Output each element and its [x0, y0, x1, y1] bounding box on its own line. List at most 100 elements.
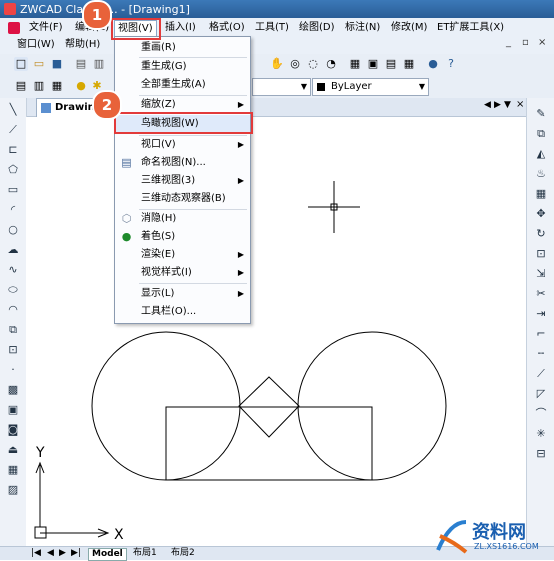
- menu-insert[interactable]: 插入(I): [162, 20, 199, 36]
- trim-icon[interactable]: ✂: [535, 288, 547, 300]
- calculator-icon[interactable]: ▦: [402, 57, 416, 71]
- first-tab-icon[interactable]: |◀: [28, 548, 44, 559]
- design-center-icon[interactable]: ▣: [366, 57, 380, 71]
- menu-item-visual-styles[interactable]: 视觉样式(I) ▶: [115, 264, 250, 282]
- next-tab-icon[interactable]: ▶: [56, 548, 69, 559]
- layer-previous-icon[interactable]: ▦: [50, 79, 64, 93]
- cloud-icon[interactable]: ☁: [7, 244, 19, 256]
- offset-icon[interactable]: ♨: [535, 168, 547, 180]
- minimize-button[interactable]: _: [506, 37, 511, 48]
- menu-item-hide[interactable]: ⬡ 消隐(H): [115, 210, 250, 228]
- menu-modify[interactable]: 修改(M): [388, 20, 430, 36]
- rectangle-icon[interactable]: ▭: [7, 184, 19, 196]
- join-icon[interactable]: ⟋: [535, 368, 547, 380]
- menu-item-3d-orbit[interactable]: 三维动态观察器(B): [115, 190, 250, 208]
- linetype-select[interactable]: ByLayer ▼: [312, 78, 429, 96]
- watermark-url: ZL.XS1616.COM: [474, 542, 539, 551]
- gradient-icon[interactable]: ▣: [7, 404, 19, 416]
- menu-item-toolbars[interactable]: 工具栏(O)...: [115, 303, 250, 321]
- menu-file[interactable]: 文件(F): [26, 20, 66, 36]
- menu-draw[interactable]: 绘图(D): [296, 20, 338, 36]
- tool-palette-icon[interactable]: ▤: [384, 57, 398, 71]
- copy-icon[interactable]: ⧉: [535, 128, 547, 140]
- line-icon[interactable]: ╲: [7, 104, 19, 116]
- menu-item-3d-views[interactable]: 三维视图(3) ▶: [115, 172, 250, 190]
- menu-window[interactable]: 窗口(W): [14, 37, 58, 53]
- search-icon[interactable]: ●: [426, 57, 440, 71]
- menu-separator: [139, 283, 247, 284]
- highlight-view-menu: [111, 18, 161, 40]
- table-icon[interactable]: ▦: [7, 464, 19, 476]
- stretch-icon[interactable]: ⇲: [535, 268, 547, 280]
- rotate-icon[interactable]: ↻: [535, 228, 547, 240]
- menu-item-regen-all[interactable]: 全部重生成(A): [115, 76, 250, 94]
- color-select[interactable]: ▼: [252, 78, 311, 96]
- menu-item-shade[interactable]: ● 着色(S): [115, 228, 250, 246]
- menu-dimension[interactable]: 标注(N): [342, 20, 383, 36]
- extend-icon[interactable]: ⇥: [535, 308, 547, 320]
- insert-block-icon[interactable]: ⧉: [7, 324, 19, 336]
- print-icon[interactable]: ▤: [74, 57, 88, 71]
- prev-tab-icon[interactable]: ◀: [44, 548, 57, 559]
- menu-item-display[interactable]: 显示(L) ▶: [115, 285, 250, 303]
- properties-icon[interactable]: ▦: [348, 57, 362, 71]
- polygon-icon[interactable]: ⬠: [7, 164, 19, 176]
- layer-manager-icon[interactable]: ▤: [14, 79, 28, 93]
- chamfer-icon[interactable]: ◸: [535, 388, 547, 400]
- layer-state-icon[interactable]: ▥: [32, 79, 46, 93]
- erase-icon[interactable]: ✎: [535, 108, 547, 120]
- menu-item-regen[interactable]: 重生成(G): [115, 58, 250, 76]
- tab-list-icon[interactable]: ▼: [504, 100, 511, 110]
- pan-hand-icon[interactable]: ✋: [270, 57, 284, 71]
- preview-icon[interactable]: ▥: [92, 57, 106, 71]
- help-icon[interactable]: ?: [444, 57, 458, 71]
- open-folder-icon[interactable]: ▭: [32, 57, 46, 71]
- spline-icon[interactable]: ∿: [7, 264, 19, 276]
- break-icon[interactable]: ╌: [535, 348, 547, 360]
- tab-prev-icon[interactable]: ◀: [484, 100, 491, 110]
- fillet-icon[interactable]: ⌒: [535, 408, 547, 420]
- restore-button[interactable]: ▫: [522, 37, 529, 48]
- zoom-previous-icon[interactable]: ◔: [324, 57, 338, 71]
- menu-et-extension[interactable]: ET扩展工具(X): [434, 20, 507, 36]
- scale-icon[interactable]: ⊡: [535, 248, 547, 260]
- ellipse-arc-icon[interactable]: ◠: [7, 304, 19, 316]
- break-at-point-icon[interactable]: ⌐: [535, 328, 547, 340]
- layer-on-bulb-icon[interactable]: ●: [74, 79, 88, 93]
- tab-model[interactable]: Model: [88, 548, 127, 561]
- circle-icon[interactable]: ○: [7, 224, 19, 236]
- polyline-icon[interactable]: ⊏: [7, 144, 19, 156]
- menu-item-render[interactable]: 渲染(E) ▶: [115, 246, 250, 264]
- tab-close-icon[interactable]: ×: [516, 99, 524, 110]
- menu-tools[interactable]: 工具(T): [252, 20, 292, 36]
- explode-icon[interactable]: ✳: [535, 428, 547, 440]
- region-icon[interactable]: ◙: [7, 424, 19, 436]
- zoom-window-icon[interactable]: ◌: [306, 57, 320, 71]
- move-icon[interactable]: ✥: [535, 208, 547, 220]
- new-file-icon[interactable]: □: [14, 57, 28, 71]
- arc-icon[interactable]: ◜: [7, 204, 19, 216]
- mirror-icon[interactable]: ◭: [535, 148, 547, 160]
- tab-next-icon[interactable]: ▶: [494, 100, 501, 110]
- save-icon[interactable]: ■: [50, 57, 64, 71]
- array-icon[interactable]: ▦: [535, 188, 547, 200]
- hatch-icon[interactable]: ▩: [7, 384, 19, 396]
- point-icon[interactable]: ·: [7, 364, 19, 376]
- zoom-realtime-icon[interactable]: ◎: [288, 57, 302, 71]
- construction-line-icon[interactable]: ⟋: [7, 124, 19, 136]
- menu-format[interactable]: 格式(O): [206, 20, 248, 36]
- image-icon[interactable]: ▨: [7, 484, 19, 496]
- menu-help[interactable]: 帮助(H): [62, 37, 103, 53]
- last-tab-icon[interactable]: ▶|: [68, 548, 84, 559]
- ellipse-icon[interactable]: ⬭: [7, 284, 19, 296]
- close-button[interactable]: ×: [538, 37, 546, 48]
- drawing-canvas[interactable]: Y X: [26, 117, 526, 546]
- make-block-icon[interactable]: ⊡: [7, 344, 19, 356]
- tab-layout1[interactable]: 布局1: [130, 548, 160, 559]
- align-icon[interactable]: ⊟: [535, 448, 547, 460]
- tab-layout2[interactable]: 布局2: [168, 548, 198, 559]
- boundary-icon[interactable]: ⏏: [7, 444, 19, 456]
- menu-item-named-views[interactable]: ▤ 命名视图(N)...: [115, 154, 250, 172]
- menu-item-viewports[interactable]: 视口(V) ▶: [115, 136, 250, 154]
- menu-item-redraw[interactable]: 重画(R): [115, 39, 250, 57]
